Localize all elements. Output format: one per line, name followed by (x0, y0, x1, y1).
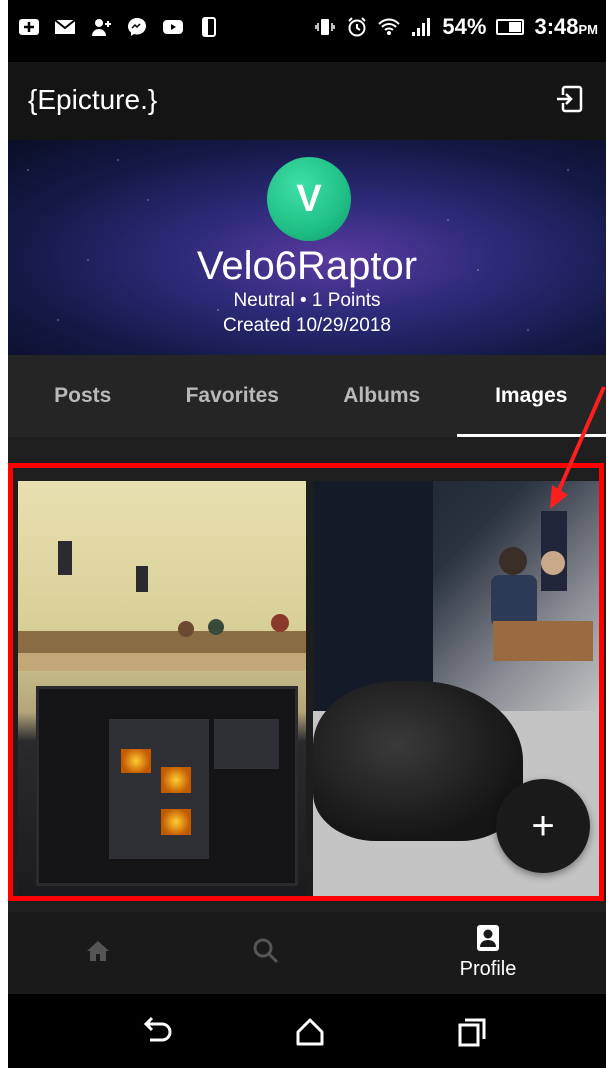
home-icon (83, 936, 113, 971)
username: Velo6Raptor (196, 244, 418, 288)
mail-icon (54, 16, 76, 38)
profile-icon (474, 925, 502, 956)
nav-home[interactable] (68, 912, 128, 994)
home-outline-icon[interactable] (290, 1012, 330, 1052)
clock: 3:48PM (534, 14, 598, 40)
created-date: Created 10/29/2018 (223, 315, 391, 336)
signal-icon (410, 16, 432, 38)
tab-favorites[interactable]: Favorites (158, 355, 308, 437)
tab-albums[interactable]: Albums (307, 355, 457, 437)
system-navigation (8, 994, 606, 1068)
status-bar: 54% 3:48PM (8, 0, 606, 62)
wifi-icon (378, 16, 401, 38)
plus-icon (18, 16, 40, 38)
clock-time: 3:48 (534, 14, 579, 39)
app-bar: {Epicture.} (8, 62, 606, 140)
add-image-button[interactable]: + (496, 779, 590, 873)
logout-icon[interactable] (554, 84, 584, 114)
profile-banner: V Velo6Raptor Neutral • 1 Points Created… (8, 140, 606, 355)
nav-profile-label: Profile (459, 958, 517, 980)
nav-profile[interactable]: Profile (438, 912, 538, 994)
battery-percent: 54% (442, 14, 487, 39)
recents-icon[interactable] (452, 1012, 492, 1052)
phone-screen: 54% 3:48PM {Epicture.} V Velo6Raptor Neu… (8, 0, 606, 1068)
vibrate-icon (314, 16, 336, 38)
annotation-arrow-icon (550, 386, 606, 509)
profile-tabs: Posts Favorites Albums Images (8, 355, 606, 437)
system-status: 54% 3:48PM (314, 14, 598, 40)
clock-ampm: PM (578, 22, 599, 37)
messenger-icon (126, 16, 148, 38)
phone-icon (198, 16, 220, 38)
bottom-navigation: Profile (8, 912, 606, 994)
search-icon (251, 936, 281, 971)
battery-icon (496, 19, 525, 35)
avatar[interactable]: V (267, 157, 351, 241)
person-add-icon (90, 16, 112, 38)
tab-posts[interactable]: Posts (8, 355, 158, 437)
battery-fill (509, 22, 522, 32)
nav-search[interactable] (236, 912, 296, 994)
back-icon[interactable] (136, 1012, 176, 1052)
reputation-text: Neutral • 1 Points (233, 290, 381, 311)
app-title: {Epicture.} (28, 84, 158, 115)
youtube-icon (162, 16, 184, 38)
notification-icons (18, 16, 220, 38)
alarm-icon (346, 16, 368, 38)
